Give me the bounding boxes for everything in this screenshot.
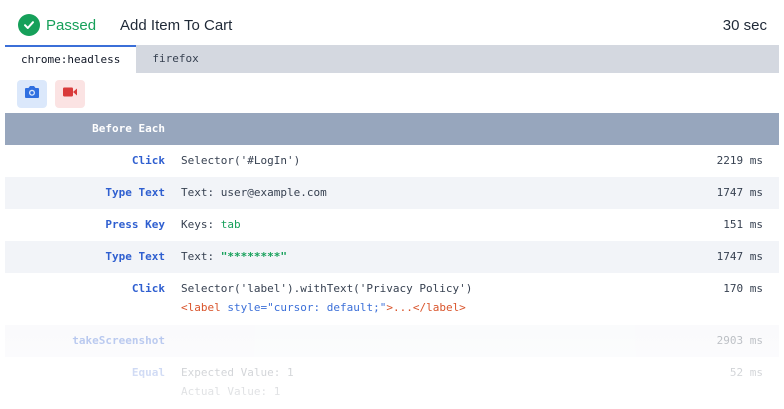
step-detail: Expected Value: 1 Actual Value: 1 [181,366,294,398]
step-duration: 1747 ms [716,250,763,263]
check-circle-icon [18,14,40,36]
screenshot-button[interactable] [17,80,47,108]
detail-prefix: Text: [181,186,221,199]
step-duration: 170 ms [723,282,763,295]
section-label: Before Each [92,122,165,135]
step-list: Click Selector('#LogIn') 2219 ms Type Te… [5,145,779,409]
step-action: takeScreenshot [72,334,165,347]
test-title: Add Item To Cart [120,16,233,34]
step-row: takeScreenshot 2903 ms [5,325,779,357]
step-row: Equal Expected Value: 1 Actual Value: 1 … [5,357,779,409]
test-duration: 30 sec [722,16,767,34]
actual-value: Actual Value: 1 [181,385,281,398]
detail-prefix: Text: [181,250,221,263]
detail-value: user@example.com [220,186,327,199]
step-detail: Text: "********" [181,250,287,263]
step-row: Click Selector('#LogIn') 2219 ms [5,145,779,177]
step-action: Equal [131,366,165,379]
tab-chrome-headless[interactable]: chrome:headless [5,45,137,73]
html-open-tag: <label [181,301,221,314]
video-button[interactable] [55,80,85,108]
detail-value: tab [220,218,241,231]
artifact-toolbar [5,73,779,113]
step-duration: 2903 ms [716,334,763,347]
step-row: Type Text Text: "********" 1747 ms [5,241,779,273]
html-content: >... [386,301,413,314]
step-action: Type Text [105,186,165,199]
step-action: Click [131,282,165,295]
detail-prefix: Keys: [181,218,221,231]
step-action: Type Text [105,250,165,263]
selector-text: Selector('label').withText('Privacy Poli… [181,282,473,295]
step-detail: Text: user@example.com [181,186,327,199]
step-duration: 2219 ms [716,154,763,167]
step-duration: 1747 ms [716,186,763,199]
element-html-snippet: <label style="cursor: default;">...</lab… [181,301,472,314]
step-detail: Selector('#LogIn') [181,154,301,167]
html-close-tag: </label> [412,301,466,314]
step-duration: 151 ms [723,218,763,231]
tab-firefox[interactable]: firefox [136,45,214,73]
browser-tabs: chrome:headless firefox [5,45,779,73]
html-attribute: style="cursor: default;" [220,301,387,314]
step-detail: Selector('label').withText('Privacy Poli… [181,282,472,314]
status-label: Passed [46,16,97,34]
step-duration: 52 ms [729,366,763,379]
section-header-before-each: Before Each [5,113,779,145]
test-header: Passed Add Item To Cart 30 sec [5,5,779,45]
step-row: Type Text Text: user@example.com 1747 ms [5,177,779,209]
step-action: Press Key [105,218,165,231]
step-row: Click Selector('label').withText('Privac… [5,273,779,325]
video-icon [62,85,78,103]
step-row: Press Key Keys: tab 151 ms [5,209,779,241]
step-action: Click [131,154,165,167]
expected-value: Expected Value: 1 [181,366,294,379]
detail-value: "********" [220,250,287,263]
camera-icon [24,85,40,104]
step-detail: Keys: tab [181,218,241,231]
